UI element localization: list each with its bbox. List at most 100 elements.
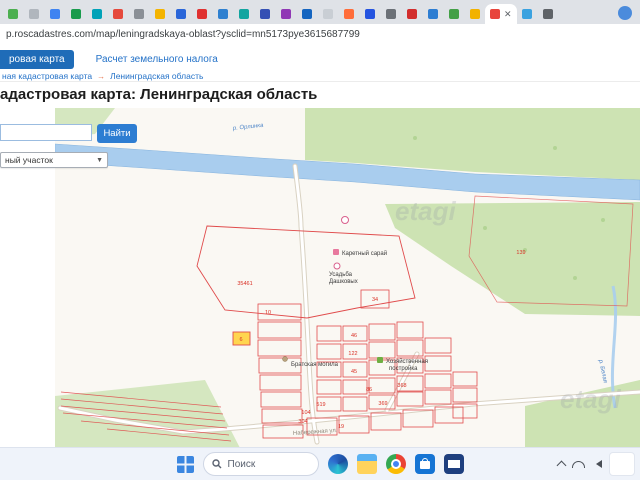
estate-marker-icon[interactable] (333, 262, 341, 270)
browser-tab-strip[interactable]: ✕ (0, 0, 640, 24)
browser-tab[interactable] (254, 4, 275, 24)
cadastral-map[interactable]: etagi etagi р. Орлинка р. Белая Каретный с… (55, 108, 640, 448)
tab-favicon-icon (217, 9, 228, 19)
parcel-number[interactable]: 519 (316, 402, 325, 408)
object-type-value: ный участок (5, 155, 53, 165)
poi-circle-icon[interactable] (341, 216, 349, 224)
browser-tab[interactable] (23, 4, 44, 24)
taskbar-search[interactable]: Поиск (202, 452, 319, 476)
browser-tab[interactable] (44, 4, 65, 24)
url-text[interactable]: p.roscadastres.com/map/leningradskaya-ob… (6, 29, 360, 40)
map-label: Хозяйственная (386, 358, 428, 365)
tab-favicon-icon (322, 9, 333, 19)
browser-tab[interactable] (170, 4, 191, 24)
parcel-number[interactable]: 19 (338, 424, 344, 430)
map-label: Братская могила (291, 362, 339, 368)
find-button[interactable]: Найти (97, 124, 137, 143)
browser-tab[interactable] (149, 4, 170, 24)
browser-tab[interactable] (212, 4, 233, 24)
tab-favicon-icon (133, 9, 144, 19)
page-title: адастровая карта: Ленинградская область (0, 86, 318, 103)
browser-tab[interactable] (233, 4, 254, 24)
start-button[interactable] (176, 455, 194, 473)
browser-tab[interactable] (2, 4, 23, 24)
chevron-down-icon: ▼ (96, 156, 103, 164)
browser-tab[interactable] (380, 4, 401, 24)
taskbar-apps (327, 454, 464, 474)
tab-favicon-icon (301, 9, 312, 19)
system-tray (556, 448, 635, 480)
browser-tab[interactable] (128, 4, 149, 24)
page: ровая карта Расчет земельного налога ная… (0, 45, 640, 448)
tab-favicon-icon (522, 9, 533, 19)
screen: ✕ p.roscadastres.com/map/leningradskaya-… (0, 0, 640, 480)
browser-tab[interactable] (65, 4, 86, 24)
parcel-number[interactable]: 45 (351, 369, 357, 375)
parcel-number[interactable]: 35461 (237, 281, 252, 287)
browser-tab[interactable] (443, 4, 464, 24)
parcel-number[interactable]: 34 (372, 297, 378, 303)
tab-favicon-icon (196, 9, 207, 19)
browser-tab[interactable] (422, 4, 443, 24)
browser-tab[interactable] (317, 4, 338, 24)
tab-favicon-icon (385, 9, 396, 19)
parcel-number[interactable]: 369 (378, 401, 387, 407)
browser-tab[interactable] (338, 4, 359, 24)
parcel-number[interactable]: 10 (265, 310, 271, 316)
watermark-text: etagi (560, 384, 621, 414)
browser-tab[interactable] (517, 4, 538, 24)
search-icon (211, 459, 221, 469)
edge-icon[interactable] (327, 454, 348, 474)
tab-favicon-icon (543, 9, 554, 19)
carriage-shed-icon[interactable] (333, 249, 339, 255)
outbuilding-icon[interactable] (377, 357, 383, 363)
tab-favicon-icon (70, 9, 81, 19)
parcel-number[interactable]: 304 (298, 419, 307, 425)
browser-tab[interactable] (296, 4, 317, 24)
tab-favicon-icon (175, 9, 186, 19)
map-label: Дашковых (329, 279, 358, 285)
tab-favicon-icon (259, 9, 270, 19)
tray-flyout[interactable] (609, 452, 635, 476)
mail-icon[interactable] (443, 454, 464, 474)
chevron-up-icon[interactable] (556, 460, 567, 471)
tab-favicon-icon (343, 9, 354, 19)
parcel-number[interactable]: 46 (351, 333, 357, 339)
tab-favicon-icon (427, 9, 438, 19)
parcel-number[interactable]: 139 (516, 250, 525, 256)
breadcrumb: ная кадастровая карта → Ленинградская об… (2, 71, 203, 81)
tab-close-icon[interactable]: ✕ (504, 9, 512, 19)
browser-tab[interactable] (191, 4, 212, 24)
volume-icon[interactable] (592, 460, 602, 468)
tab-favicon-icon (280, 9, 291, 19)
address-bar[interactable]: p.roscadastres.com/map/leningradskaya-ob… (0, 24, 640, 46)
browser-tab[interactable] (538, 4, 559, 24)
parcel-number[interactable]: 368 (397, 383, 406, 389)
profile-avatar[interactable] (618, 6, 632, 20)
explorer-icon[interactable] (356, 454, 377, 474)
breadcrumb-separator-icon: → (97, 71, 106, 81)
breadcrumb-root[interactable]: ная кадастровая карта (2, 71, 92, 81)
parcel-number[interactable]: 86 (366, 387, 372, 393)
cadastral-map-button[interactable]: ровая карта (0, 50, 74, 69)
parcel-number[interactable]: 6 (239, 337, 242, 343)
chrome-icon[interactable] (385, 454, 406, 474)
browser-tab[interactable] (401, 4, 422, 24)
parcel-number[interactable]: 122 (348, 351, 357, 357)
browser-tab[interactable] (107, 4, 128, 24)
parcel-number[interactable]: 104 (301, 410, 310, 416)
store-icon[interactable] (414, 454, 435, 474)
wifi-icon[interactable] (572, 460, 585, 468)
windows-taskbar: Поиск (0, 447, 640, 480)
browser-tab[interactable]: ✕ (485, 4, 517, 24)
tab-favicon-icon (91, 9, 102, 19)
browser-tab[interactable] (86, 4, 107, 24)
object-type-select[interactable]: ный участок ▼ (0, 152, 108, 168)
browser-tab[interactable] (275, 4, 296, 24)
browser-tab[interactable] (359, 4, 380, 24)
taskbar-search-label: Поиск (227, 458, 256, 470)
browser-tab[interactable] (464, 4, 485, 24)
search-input[interactable] (0, 124, 92, 141)
land-tax-link[interactable]: Расчет земельного налога (96, 54, 218, 65)
war-memorial-icon[interactable] (282, 356, 288, 362)
